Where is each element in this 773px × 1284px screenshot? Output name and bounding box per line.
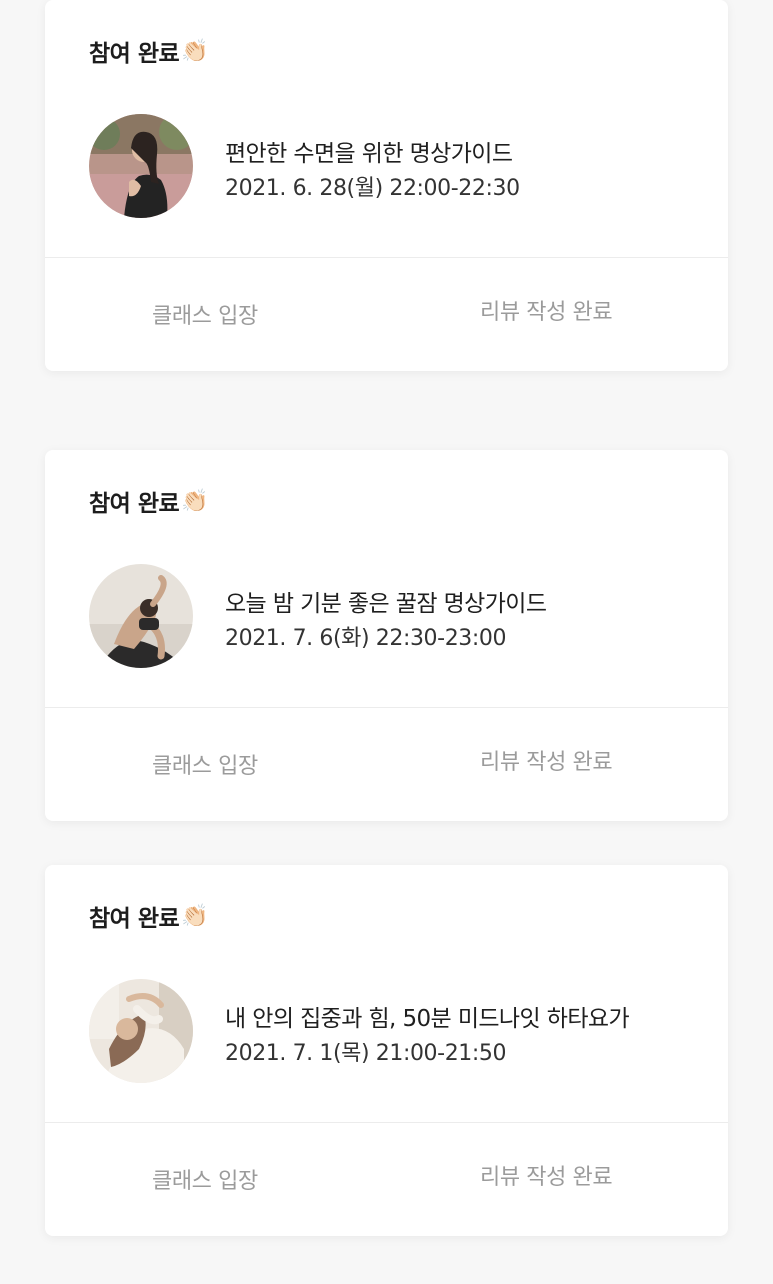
class-datetime: 2021. 7. 1(목) 21:00-21:50 [225,1041,507,1066]
participation-status: 참여 완료 👏🏻 [89,484,209,518]
card-divider [45,707,728,708]
participation-status: 참여 완료 👏🏻 [89,34,209,68]
class-datetime: 2021. 7. 6(화) 22:30-23:00 [225,626,507,651]
class-title: 내 안의 집중과 힘, 50분 미드나잇 하타요가 [225,1006,630,1032]
class-title: 편안한 수면을 위한 명상가이드 [225,141,513,167]
instructor-avatar [89,979,193,1083]
instructor-avatar [89,564,193,668]
clapping-hands-icon: 👏🏻 [181,488,209,514]
class-datetime: 2021. 6. 28(월) 22:00-22:30 [225,176,520,201]
enter-class-button[interactable]: 클래스 입장 [152,298,258,330]
card-divider [45,257,728,258]
class-card: 참여 완료 👏🏻 오늘 밤 기분 좋은 꿀잠 명상가이드 2021. 7. 6(… [45,450,728,821]
review-complete-button[interactable]: 리뷰 작성 완료 [480,744,613,776]
class-title: 오늘 밤 기분 좋은 꿀잠 명상가이드 [225,591,547,617]
review-complete-button[interactable]: 리뷰 작성 완료 [480,294,613,326]
enter-class-button[interactable]: 클래스 입장 [152,748,258,780]
status-label: 참여 완료 [89,41,180,67]
status-label: 참여 완료 [89,491,180,517]
enter-class-button[interactable]: 클래스 입장 [152,1163,258,1195]
instructor-avatar [89,114,193,218]
review-complete-button[interactable]: 리뷰 작성 완료 [480,1159,613,1191]
participation-status: 참여 완료 👏🏻 [89,899,209,933]
class-card: 참여 완료 👏🏻 내 안의 집중과 힘, 50분 미드나잇 하타요가 2021.… [45,865,728,1236]
class-card: 참여 완료 👏🏻 편안한 수면을 위한 명상가이드 2021. 6. 28(월)… [45,0,728,371]
clapping-hands-icon: 👏🏻 [181,38,209,64]
clapping-hands-icon: 👏🏻 [181,903,209,929]
card-divider [45,1122,728,1123]
status-label: 참여 완료 [89,906,180,932]
